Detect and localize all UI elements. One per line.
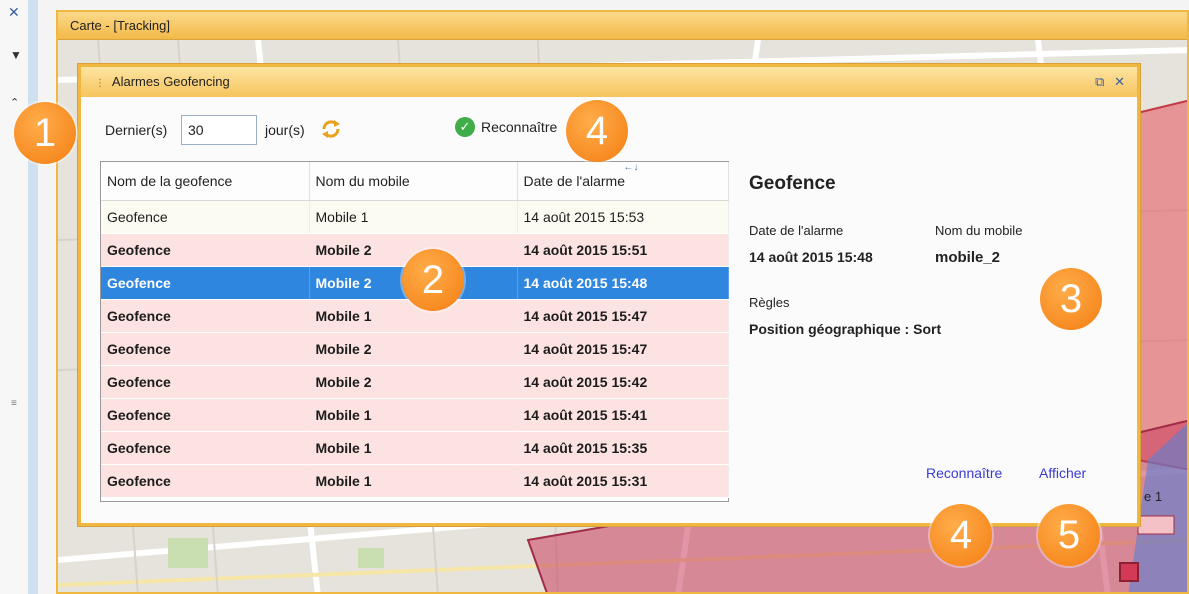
details-heading: Geofence <box>749 173 836 194</box>
table-row[interactable]: Geofence Mobile 1 14 août 2015 15:41 <box>101 398 729 432</box>
map-window-title: Carte - [Tracking] <box>58 12 1187 40</box>
restore-icon[interactable]: ⧉ <box>1095 74 1104 89</box>
cell-mobile: Mobile 1 <box>309 398 518 432</box>
callout-4-top: 4 <box>566 100 628 162</box>
show-link[interactable]: Afficher <box>1039 465 1086 481</box>
alarm-date-value: 14 août 2015 15:48 <box>749 249 873 265</box>
column-header-geofence[interactable]: Nom de la geofence <box>101 162 310 201</box>
cell-date: 14 août 2015 15:35 <box>517 431 729 465</box>
callout-3: 3 <box>1040 268 1102 330</box>
cell-geofence: Geofence <box>101 299 310 333</box>
check-circle-icon: ✓ <box>455 117 475 137</box>
alarm-date-label: Date de l'alarme <box>749 223 844 238</box>
acknowledge-top-label: Reconnaître <box>481 119 558 135</box>
cell-date: 14 août 2015 15:48 <box>517 266 729 300</box>
grip-icon[interactable]: ≡ <box>11 398 17 409</box>
days-input[interactable] <box>181 115 257 145</box>
callout-1: 1 <box>14 102 76 164</box>
column-header-date[interactable]: Date de l'alarme ←↓ <box>517 162 729 201</box>
cell-mobile: Mobile 2 <box>309 365 518 399</box>
cell-mobile: Mobile 1 <box>309 431 518 465</box>
days-label: jour(s) <box>265 122 305 138</box>
cell-mobile: Mobile 2 <box>309 332 518 366</box>
table-header: Nom de la geofence Nom du mobile Date de… <box>101 162 729 201</box>
callout-4-bottom: 4 <box>930 504 992 566</box>
cell-geofence: Geofence <box>101 398 310 432</box>
cell-geofence: Geofence <box>101 365 310 399</box>
acknowledge-top-button[interactable]: ✓ Reconnaître <box>455 117 557 143</box>
cell-geofence: Geofence <box>101 200 310 234</box>
map-zone-label: e 1 <box>1144 489 1163 504</box>
cell-date: 14 août 2015 15:31 <box>517 464 729 498</box>
dialog-title: Alarmes Geofencing <box>111 74 230 89</box>
rules-label: Règles <box>749 295 790 310</box>
table-row[interactable]: Geofence Mobile 2 14 août 2015 15:42 <box>101 365 729 399</box>
table-row[interactable]: Geofence Mobile 1 14 août 2015 15:53 <box>101 200 729 234</box>
cell-geofence: Geofence <box>101 332 310 366</box>
left-strip: ✕ ▼ ⌃ ≡ <box>0 0 38 594</box>
acknowledge-link[interactable]: Reconnaître <box>926 465 1002 481</box>
cell-date: 14 août 2015 15:41 <box>517 398 729 432</box>
sort-arrow-icon: ←↓ <box>623 162 639 173</box>
cell-date: 14 août 2015 15:53 <box>517 200 729 234</box>
cell-mobile: Mobile 1 <box>309 200 518 234</box>
callout-2: 2 <box>402 249 464 311</box>
table-row[interactable]: Geofence Mobile 2 14 août 2015 15:47 <box>101 332 729 366</box>
side-panel-edge <box>28 0 38 594</box>
table-row[interactable]: Geofence Mobile 1 14 août 2015 15:35 <box>101 431 729 465</box>
rules-value: Position géographique : Sort <box>749 321 942 337</box>
cell-date: 14 août 2015 15:42 <box>517 365 729 399</box>
cell-mobile: Mobile 1 <box>309 464 518 498</box>
chevron-up-icon[interactable]: ⌃ <box>10 96 19 109</box>
mobile-name-value: mobile_2 <box>935 249 1001 266</box>
column-header-date-label: Date de l'alarme <box>523 172 626 189</box>
table-row[interactable]: Geofence Mobile 1 14 août 2015 15:31 <box>101 464 729 498</box>
dialog-title-bar[interactable]: ⋮ Alarmes Geofencing ⧉ ✕ <box>81 67 1137 97</box>
cell-geofence: Geofence <box>101 431 310 465</box>
drag-handle-icon[interactable]: ⋮ <box>95 78 105 89</box>
cell-geofence: Geofence <box>101 266 310 300</box>
cell-date: 14 août 2015 15:47 <box>517 299 729 333</box>
cell-geofence: Geofence <box>101 233 310 267</box>
callout-5: 5 <box>1038 504 1100 566</box>
cell-geofence: Geofence <box>101 464 310 498</box>
refresh-icon[interactable] <box>319 117 343 141</box>
cell-date: 14 août 2015 15:47 <box>517 332 729 366</box>
cell-date: 14 août 2015 15:51 <box>517 233 729 267</box>
last-label: Dernier(s) <box>105 122 168 138</box>
close-icon[interactable]: ✕ <box>8 4 20 21</box>
column-header-mobile[interactable]: Nom du mobile <box>309 162 518 201</box>
dialog-controls: ⧉ ✕ <box>1089 67 1125 97</box>
dropdown-arrow-icon[interactable]: ▼ <box>10 48 22 62</box>
close-icon[interactable]: ✕ <box>1114 74 1125 89</box>
alarm-table: Nom de la geofence Nom du mobile Date de… <box>100 161 729 502</box>
mobile-name-label: Nom du mobile <box>935 223 1023 238</box>
